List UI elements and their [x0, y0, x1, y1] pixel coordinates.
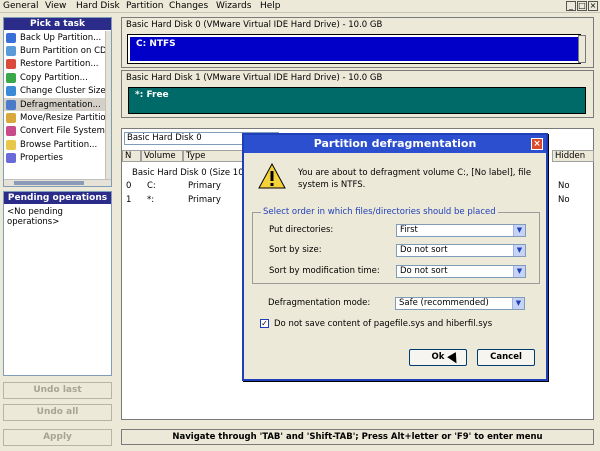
cancel-button[interactable]: Cancel [477, 349, 535, 366]
close-icon[interactable]: × [588, 1, 598, 11]
sort-by-mod-select[interactable]: Do not sort ▼ [396, 265, 526, 278]
task-defragmentation[interactable]: Defragmentation... [4, 97, 107, 112]
order-group: Select order in which files/directories … [252, 207, 540, 284]
col-header-volume[interactable]: Volume [141, 150, 183, 162]
menu-general[interactable]: General [3, 1, 38, 11]
task-burn[interactable]: Burn Partition on CD o [4, 44, 107, 57]
task-horizontal-scrollbar[interactable] [4, 179, 111, 186]
copy-icon [6, 72, 16, 83]
undo-last-button[interactable]: Undo last [3, 382, 112, 399]
apply-button[interactable]: Apply [3, 429, 112, 446]
cd-icon [6, 46, 16, 57]
table-row-0-hidden: No [558, 181, 570, 191]
pagefile-checkbox-label: Do not save content of pagefile.sys and … [274, 319, 493, 329]
task-panel: Pick a task Back Up Partition... Burn Pa… [3, 17, 112, 187]
sort-by-size-label: Sort by size: [269, 245, 322, 255]
col-header-n[interactable]: N [122, 150, 141, 162]
order-group-label: Select order in which files/directories … [261, 207, 498, 217]
disk-0-unallocated [578, 35, 586, 63]
disk-0-map: Basic Hard Disk 0 (VMware Virtual IDE Ha… [121, 17, 594, 68]
menu-changes[interactable]: Changes [169, 1, 208, 11]
dialog-close-icon[interactable]: × [531, 138, 543, 150]
undo-all-button[interactable]: Undo all [3, 404, 112, 421]
table-row-0-volume: C: [147, 181, 156, 191]
chevron-down-icon: ▼ [512, 298, 524, 309]
disk-1-partition-free[interactable]: *: Free [128, 87, 586, 114]
defrag-mode-label: Defragmentation mode: [268, 298, 371, 308]
sort-by-size-select[interactable]: Do not sort ▼ [396, 244, 526, 257]
dialog-message: You are about to defragment volume C:, [… [298, 168, 532, 190]
table-row-0-n: 0 [126, 181, 132, 191]
menu-bar: General View Hard Disk Partition Changes… [0, 0, 600, 13]
pending-panel-header: Pending operations [4, 192, 111, 204]
task-properties[interactable]: Properties [4, 152, 107, 165]
table-row-0-type: Primary [188, 181, 221, 191]
task-list: Back Up Partition... Burn Partition on C… [4, 31, 107, 165]
col-header-type[interactable]: Type [183, 150, 243, 162]
task-move-resize[interactable]: Move/Resize Partition... [4, 111, 107, 124]
task-restore[interactable]: Restore Partition... [4, 58, 107, 71]
dialog-title: Partition defragmentation [244, 135, 546, 153]
menu-hard-disk[interactable]: Hard Disk [76, 1, 120, 11]
cluster-icon [6, 86, 16, 97]
table-row-1-n: 1 [126, 195, 132, 205]
convert-icon [6, 126, 16, 137]
table-row-1-type: Primary [188, 195, 221, 205]
scroll-thumb[interactable] [14, 181, 84, 185]
minimize-icon[interactable]: _ [566, 1, 576, 11]
table-row-1-volume: *: [147, 195, 155, 205]
task-vertical-scrollbar[interactable] [105, 31, 111, 181]
chevron-down-icon: ▼ [513, 266, 525, 277]
task-panel-header: Pick a task [4, 18, 111, 30]
menu-view[interactable]: View [45, 1, 66, 11]
put-directories-select[interactable]: First ▼ [396, 224, 526, 237]
menu-partition[interactable]: Partition [126, 1, 164, 11]
folder-icon [6, 139, 16, 150]
disk-1-title: Basic Hard Disk 1 (VMware Virtual IDE Ha… [126, 73, 383, 83]
task-backup[interactable]: Back Up Partition... [4, 31, 107, 44]
pending-panel: Pending operations <No pending operation… [3, 191, 112, 376]
pending-list: <No pending operations> [7, 207, 63, 227]
window-controls: _ □ × [566, 1, 598, 11]
chevron-down-icon: ▼ [513, 245, 525, 256]
restore-icon[interactable]: □ [577, 1, 587, 11]
chevron-down-icon: ▼ [513, 225, 525, 236]
disk-1-map: Basic Hard Disk 1 (VMware Virtual IDE Ha… [121, 70, 594, 118]
defrag-icon [6, 99, 16, 110]
defrag-mode-select[interactable]: Safe (recommended) ▼ [395, 297, 525, 310]
table-group-row: Basic Hard Disk 0 (Size 10.0 [132, 168, 252, 178]
put-directories-label: Put directories: [269, 225, 334, 235]
disk-0-partition-c[interactable]: C: NTFS [127, 34, 581, 64]
task-cluster-size[interactable]: Change Cluster Size... [4, 85, 107, 98]
resize-icon [6, 113, 16, 124]
col-header-hidden[interactable]: Hidden [552, 150, 594, 162]
sort-by-mod-label: Sort by modification time: [269, 266, 380, 276]
warning-icon [258, 163, 286, 189]
task-copy[interactable]: Copy Partition... [4, 71, 107, 84]
table-row-1-hidden: No [558, 195, 570, 205]
defrag-dialog: Partition defragmentation × You are abou… [242, 133, 548, 381]
task-convert-fs[interactable]: Convert File System... [4, 125, 107, 138]
status-bar: Navigate through 'TAB' and 'Shift-TAB'; … [121, 429, 594, 445]
menu-help[interactable]: Help [260, 1, 281, 11]
backup-icon [6, 32, 16, 43]
pagefile-checkbox[interactable]: ✓ [260, 319, 269, 328]
disk-0-title: Basic Hard Disk 0 (VMware Virtual IDE Ha… [126, 20, 383, 30]
task-browse[interactable]: Browse Partition... [4, 138, 107, 151]
menu-wizards[interactable]: Wizards [216, 1, 251, 11]
restore-icon [6, 59, 16, 70]
properties-icon [6, 153, 16, 164]
